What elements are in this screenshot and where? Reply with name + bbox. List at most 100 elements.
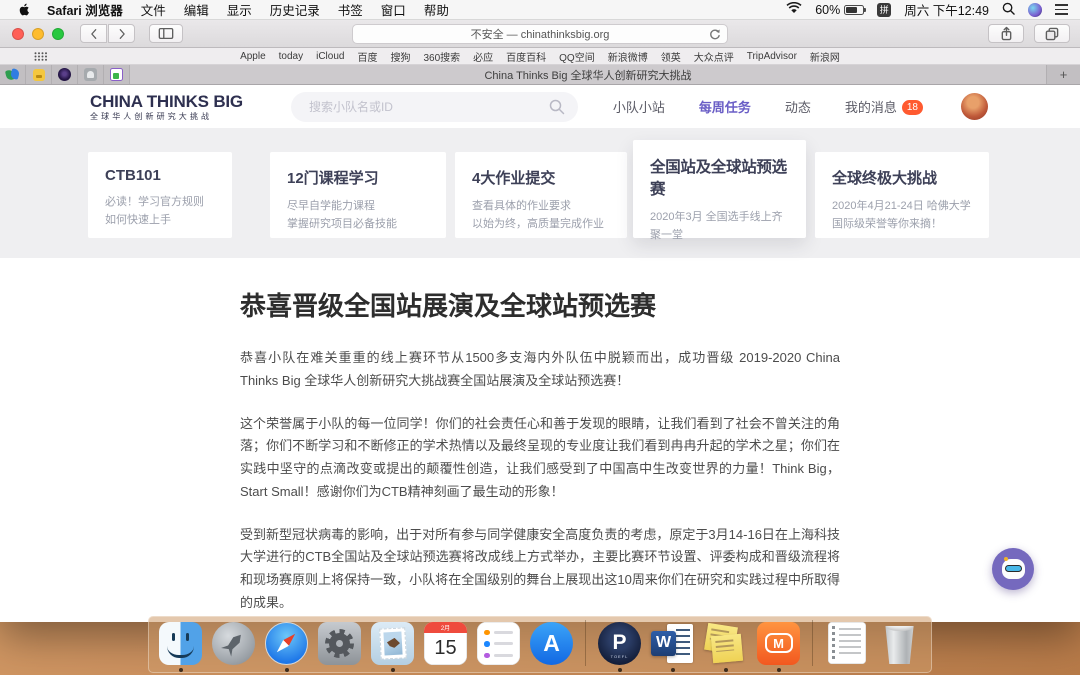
- running-indicator: [391, 668, 395, 672]
- article-title: 恭喜晋级全国站展演及全球站预选赛: [240, 286, 1080, 323]
- pinned-tab[interactable]: [26, 65, 52, 84]
- bookmark-item[interactable]: QQ空间: [559, 49, 595, 64]
- bookmark-item[interactable]: 新浪网: [810, 49, 840, 64]
- nav-weekly-task[interactable]: 每周任务: [699, 97, 751, 116]
- bookmark-item[interactable]: 百度百科: [506, 49, 546, 64]
- card-line: 必读！学习官方规则: [105, 193, 215, 211]
- dock-trash-icon[interactable]: [877, 621, 922, 666]
- menu-bar-item[interactable]: 历史记录: [270, 0, 320, 19]
- card-line: 尽早自学能力课程: [287, 197, 429, 215]
- back-button[interactable]: [80, 24, 107, 43]
- dock-calendar-icon[interactable]: 2月 15: [423, 621, 468, 666]
- bookmark-item[interactable]: today: [279, 51, 303, 62]
- forward-button[interactable]: [108, 24, 135, 43]
- zoom-window-button[interactable]: [52, 28, 64, 40]
- bookmark-item[interactable]: 大众点评: [694, 49, 734, 64]
- menu-bar-item[interactable]: 文件: [141, 0, 166, 19]
- dock-system-preferences-icon[interactable]: [317, 621, 362, 666]
- menu-bar-item[interactable]: 帮助: [424, 0, 449, 19]
- site-nav: 小队小站 每周任务 动态 我的消息18: [613, 97, 923, 117]
- card-line: 查看具体的作业要求: [472, 197, 610, 215]
- card-national-preliminary[interactable]: 全国站及全球站预选赛 2020年3月 全国选手线上齐聚一堂: [633, 140, 806, 238]
- dock-tpo-icon[interactable]: PTOEFL: [597, 621, 642, 666]
- siri-icon[interactable]: [1028, 3, 1042, 17]
- user-avatar[interactable]: [961, 93, 988, 120]
- card-title: 全球终极大挑战: [832, 167, 972, 188]
- new-tab-button[interactable]: +: [1046, 65, 1080, 84]
- article-paragraph: 受到新型冠状病毒的影响，出于对所有参与同学健康安全高度负责的考虑，原定于3月14…: [240, 524, 840, 615]
- dock-word-icon[interactable]: W: [650, 621, 695, 666]
- address-bar[interactable]: 不安全 — chinathinksbig.org: [352, 24, 728, 44]
- pinned-tab[interactable]: [78, 65, 104, 84]
- dock-stickies-icon[interactable]: [703, 621, 748, 666]
- site-logo[interactable]: CHINA THINKS BIG 全球华人创新研究大挑战: [90, 93, 243, 121]
- card-assignments[interactable]: 4大作业提交 查看具体的作业要求 以始为终，高质量完成作业: [455, 152, 627, 238]
- bookmark-item[interactable]: iCloud: [316, 51, 344, 62]
- dock-mgtv-icon[interactable]: M: [756, 621, 801, 666]
- bookmark-item[interactable]: 搜狗: [390, 49, 410, 64]
- pinned-tab-favicon: [6, 69, 20, 81]
- chat-widget-button[interactable]: [992, 548, 1034, 590]
- reload-icon[interactable]: [708, 28, 721, 44]
- pinned-tab[interactable]: [0, 65, 26, 84]
- bookmark-item[interactable]: 领英: [661, 49, 681, 64]
- menu-bar-app-name[interactable]: Safari 浏览器: [47, 0, 123, 19]
- running-indicator: [179, 668, 183, 672]
- card-global-challenge[interactable]: 全球终极大挑战 2020年4月21-24日 哈佛大学 国际级荣誉等你来摘！: [815, 152, 989, 238]
- dock-notes-icon[interactable]: [824, 621, 869, 666]
- battery-indicator[interactable]: 60%: [815, 3, 864, 17]
- dock-finder-icon[interactable]: [158, 621, 203, 666]
- tab-title: China Thinks Big 全球华人创新研究大挑战: [484, 67, 691, 83]
- close-window-button[interactable]: [12, 28, 24, 40]
- pinned-tab-favicon: [33, 69, 45, 81]
- safari-window: 不安全 — chinathinksbig.org Apple today iCl…: [0, 20, 1080, 622]
- nav-team-site[interactable]: 小队小站: [613, 97, 665, 116]
- minimize-window-button[interactable]: [32, 28, 44, 40]
- dock-reminders-icon[interactable]: [476, 621, 521, 666]
- menu-bar-item[interactable]: 显示: [227, 0, 252, 19]
- dock-safari-icon[interactable]: [264, 621, 309, 666]
- bookmark-item[interactable]: 360搜索: [423, 49, 460, 64]
- card-ctb101[interactable]: CTB101 必读！学习官方规则 如何快速上手: [88, 152, 232, 238]
- tab-overview-button[interactable]: [1034, 24, 1070, 43]
- active-tab[interactable]: China Thinks Big 全球华人创新研究大挑战: [130, 65, 1046, 84]
- search-icon[interactable]: [549, 99, 565, 120]
- dock-launchpad-icon[interactable]: [211, 621, 256, 666]
- menu-bar: Safari 浏览器 文件 编辑 显示 历史记录 书签 窗口 帮助 60% 拼 …: [0, 0, 1080, 20]
- bookmark-item[interactable]: 新浪微博: [608, 49, 648, 64]
- menu-bar-item[interactable]: 窗口: [381, 0, 406, 19]
- spotlight-search-icon[interactable]: [1002, 2, 1015, 18]
- menu-bar-clock[interactable]: 周六 下午12:49: [904, 0, 989, 19]
- team-search-input[interactable]: [291, 92, 578, 122]
- card-title: 4大作业提交: [472, 167, 610, 188]
- bookmark-grid-icon[interactable]: [34, 52, 47, 64]
- bookmark-item[interactable]: 百度: [357, 49, 377, 64]
- pinned-tab[interactable]: [104, 65, 130, 84]
- share-button[interactable]: [988, 24, 1024, 43]
- card-courses[interactable]: 12门课程学习 尽早自学能力课程 掌握研究项目必备技能: [270, 152, 446, 238]
- article-paragraph: 这个荣誉属于小队的每一位同学！你们的社会责任心和善于发现的眼睛，让我们看到了社会…: [240, 413, 840, 504]
- menu-bar-item[interactable]: 书签: [338, 0, 363, 19]
- card-title: 12门课程学习: [287, 167, 429, 188]
- battery-icon: [844, 5, 864, 15]
- nav-messages[interactable]: 我的消息18: [845, 97, 923, 117]
- notification-center-icon[interactable]: [1055, 4, 1068, 15]
- nav-feed[interactable]: 动态: [785, 97, 811, 116]
- site-logo-title: CHINA THINKS BIG: [90, 93, 243, 110]
- wifi-icon[interactable]: [786, 2, 802, 17]
- sidebar-toggle-button[interactable]: [149, 24, 183, 43]
- pinned-tab[interactable]: [52, 65, 78, 84]
- tab-bar: China Thinks Big 全球华人创新研究大挑战 +: [0, 65, 1080, 85]
- dock-app-store-icon[interactable]: A: [529, 621, 574, 666]
- dock-mail-icon[interactable]: [370, 621, 415, 666]
- bookmark-item[interactable]: 必应: [473, 49, 493, 64]
- pinned-tab-favicon: [58, 68, 71, 81]
- nav-messages-label: 我的消息: [845, 100, 897, 115]
- input-source-icon[interactable]: 拼: [877, 3, 891, 17]
- card-line: 国际级荣誉等你来摘！: [832, 215, 972, 233]
- apple-menu-icon[interactable]: [18, 2, 31, 17]
- team-search-box[interactable]: [291, 92, 578, 122]
- bookmark-item[interactable]: Apple: [240, 51, 266, 62]
- menu-bar-item[interactable]: 编辑: [184, 0, 209, 19]
- bookmark-item[interactable]: TripAdvisor: [747, 51, 797, 62]
